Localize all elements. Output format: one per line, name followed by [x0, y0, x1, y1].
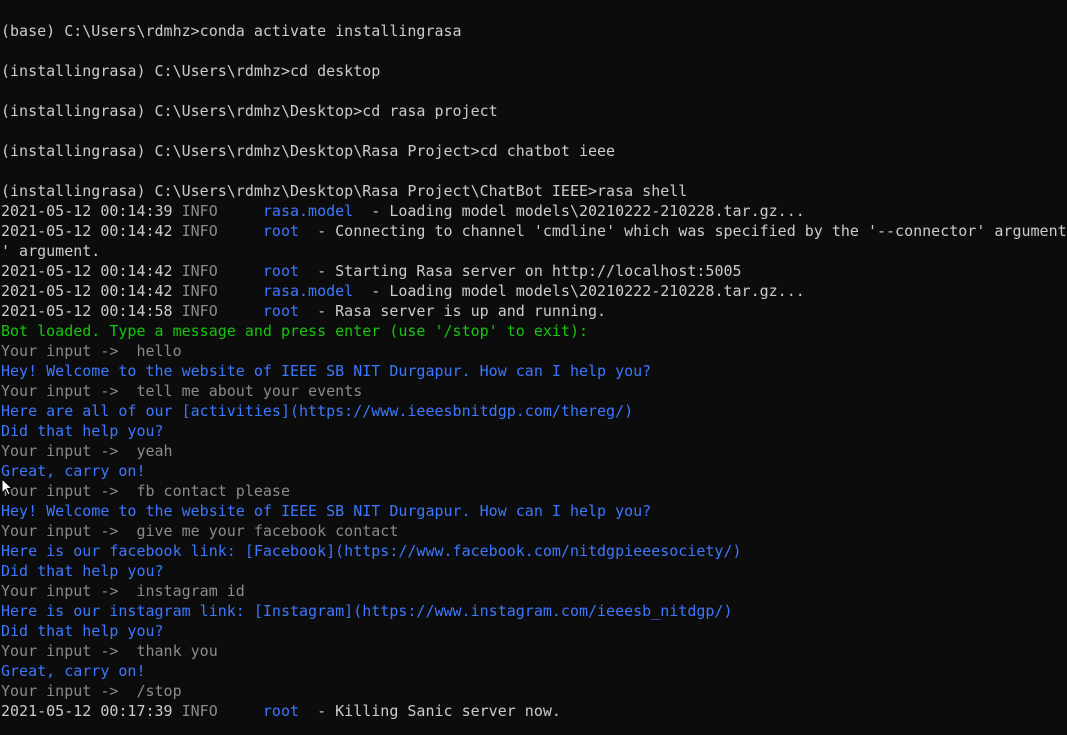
bot-reply-line-text: Did that help you?	[1, 562, 164, 580]
log-timestamp: 2021-05-12 00:14:42	[1, 222, 173, 240]
log-logger: rasa.model	[262, 282, 354, 300]
user-input-line-text: Your input -> thank you	[1, 642, 218, 660]
command-line: (base) C:\Users\rdmhz>conda activate ins…	[1, 21, 1067, 41]
log-logger: root	[262, 222, 300, 240]
command-line: (installingrasa) C:\Users\rdmhz\Desktop>…	[1, 101, 1067, 121]
bot-ready-message-text: Bot loaded. Type a message and press ent…	[1, 322, 588, 340]
bot-reply-line-text: Great, carry on!	[1, 662, 146, 680]
command-line-text: (installingrasa) C:\Users\rdmhz\Desktop\…	[1, 142, 616, 160]
command-line: ' argument.	[1, 241, 1067, 261]
user-input-line-text: Your input -> /stop	[1, 682, 182, 700]
user-input-line-text: Your input -> give me your facebook cont…	[1, 522, 399, 540]
bot-reply-line: Hey! Welcome to the website of IEEE SB N…	[1, 501, 1067, 521]
user-input-line-text: Your input -> hello	[1, 342, 182, 360]
log-logger: root	[262, 702, 300, 720]
log-timestamp: 2021-05-12 00:14:42	[1, 282, 173, 300]
log-message: - Starting Rasa server on http://localho…	[299, 262, 742, 280]
bot-reply-line-text: Hey! Welcome to the website of IEEE SB N…	[1, 502, 652, 520]
log-level: INFO	[181, 302, 218, 320]
command-line: (installingrasa) C:\Users\rdmhz\Desktop\…	[1, 181, 1067, 201]
command-line-text: (installingrasa) C:\Users\rdmhz>cd deskt…	[1, 62, 381, 80]
log-timestamp: 2021-05-12 00:14:39	[1, 202, 173, 220]
mouse-pointer-icon	[1, 478, 13, 496]
bot-reply-line-text: Here is our facebook link: [Facebook](ht…	[1, 542, 742, 560]
bot-reply-line: Did that help you?	[1, 421, 1067, 441]
log-line: 2021-05-12 00:14:42 INFO root - Connecti…	[1, 221, 1067, 241]
log-line: 2021-05-12 00:14:58 INFO root - Rasa ser…	[1, 301, 1067, 321]
log-line: 2021-05-12 00:17:39 INFO root - Killing …	[1, 701, 1067, 721]
log-line: 2021-05-12 00:14:42 INFO rasa.model - Lo…	[1, 281, 1067, 301]
log-logger: root	[262, 302, 300, 320]
bot-reply-line: Great, carry on!	[1, 461, 1067, 481]
bot-reply-line: Here are all of our [activities](https:/…	[1, 401, 1067, 421]
bot-reply-line-text: Here is our instagram link: [Instagram](…	[1, 602, 733, 620]
bot-reply-line: Hey! Welcome to the website of IEEE SB N…	[1, 361, 1067, 381]
user-input-line: Your input -> give me your facebook cont…	[1, 521, 1067, 541]
log-message: - Loading model models\20210222-210228.t…	[353, 282, 805, 300]
user-input-line-text: Your input -> tell me about your events	[1, 382, 363, 400]
user-input-line: Your input -> /stop	[1, 681, 1067, 701]
bot-reply-line-text: Did that help you?	[1, 622, 164, 640]
command-line: (installingrasa) C:\Users\rdmhz>cd deskt…	[1, 61, 1067, 81]
log-level: INFO	[181, 222, 218, 240]
log-logger: root	[262, 262, 300, 280]
bot-reply-line-text: Great, carry on!	[1, 462, 146, 480]
log-timestamp: 2021-05-12 00:14:42	[1, 262, 173, 280]
user-input-line: Your input -> instagram id	[1, 581, 1067, 601]
log-line: 2021-05-12 00:14:39 INFO rasa.model - Lo…	[1, 201, 1067, 221]
user-input-line: Your input -> fb contact please	[1, 481, 1067, 501]
bot-reply-line-text: Did that help you?	[1, 422, 164, 440]
command-line: (installingrasa) C:\Users\rdmhz\Desktop\…	[1, 141, 1067, 161]
user-input-line-text: Your input -> yeah	[1, 442, 173, 460]
log-timestamp: 2021-05-12 00:14:58	[1, 302, 173, 320]
log-line: 2021-05-12 00:14:42 INFO root - Starting…	[1, 261, 1067, 281]
command-line-text: (installingrasa) C:\Users\rdmhz\Desktop>…	[1, 102, 498, 120]
log-message: - Loading model models\20210222-210228.t…	[353, 202, 805, 220]
user-input-line: Your input -> yeah	[1, 441, 1067, 461]
log-level: INFO	[181, 702, 218, 720]
log-message: - Rasa server is up and running.	[299, 302, 607, 320]
bot-reply-line: Did that help you?	[1, 621, 1067, 641]
log-level: INFO	[181, 202, 218, 220]
log-message: - Connecting to channel 'cmdline' which …	[299, 222, 1067, 240]
log-level: INFO	[181, 282, 218, 300]
bot-reply-line-text: Here are all of our [activities](https:/…	[1, 402, 634, 420]
command-line-text: (installingrasa) C:\Users\rdmhz\Desktop\…	[1, 182, 688, 200]
log-message: - Killing Sanic server now.	[299, 702, 561, 720]
user-input-line-text: Your input -> fb contact please	[1, 482, 290, 500]
user-input-line: Your input -> hello	[1, 341, 1067, 361]
terminal-output[interactable]: (base) C:\Users\rdmhz>conda activate ins…	[1, 21, 1067, 721]
log-timestamp: 2021-05-12 00:17:39	[1, 702, 173, 720]
bot-reply-line: Here is our facebook link: [Facebook](ht…	[1, 541, 1067, 561]
command-line-text: ' argument.	[1, 242, 101, 260]
bot-reply-line-text: Hey! Welcome to the website of IEEE SB N…	[1, 362, 652, 380]
log-logger: rasa.model	[262, 202, 354, 220]
bot-reply-line: Did that help you?	[1, 561, 1067, 581]
bot-reply-line: Great, carry on!	[1, 661, 1067, 681]
bot-reply-line: Here is our instagram link: [Instagram](…	[1, 601, 1067, 621]
bot-ready-message: Bot loaded. Type a message and press ent…	[1, 321, 1067, 341]
command-line-text: (base) C:\Users\rdmhz>conda activate ins…	[1, 22, 462, 40]
user-input-line-text: Your input -> instagram id	[1, 582, 245, 600]
user-input-line: Your input -> thank you	[1, 641, 1067, 661]
user-input-line: Your input -> tell me about your events	[1, 381, 1067, 401]
log-level: INFO	[181, 262, 218, 280]
